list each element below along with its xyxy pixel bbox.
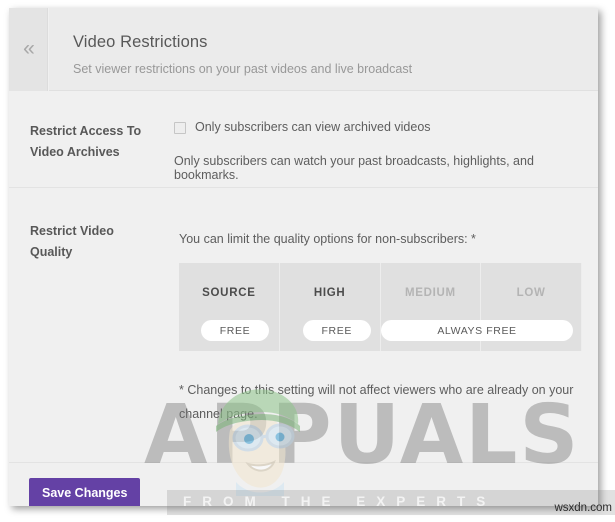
section-restrict-archives: Restrict Access To Video Archives Only s… xyxy=(9,92,598,188)
subscribers-only-checkbox[interactable] xyxy=(174,122,186,134)
quality-title-high: HIGH xyxy=(313,287,346,299)
page-title: Video Restrictions xyxy=(73,33,208,51)
quality-pill-source[interactable]: FREE xyxy=(201,320,269,341)
section-label-quality: Restrict Video Quality xyxy=(30,221,170,263)
section-label-line2: Quality xyxy=(30,245,73,259)
section-label-archives: Restrict Access To Video Archives xyxy=(30,121,170,163)
subscribers-only-checkbox-label[interactable]: Only subscribers can view archived video… xyxy=(195,120,431,134)
quality-footnote: * Changes to this setting will not affec… xyxy=(179,383,574,421)
section-label-line2: Video Archives xyxy=(30,145,120,159)
archives-help-text: Only subscribers can watch your past bro… xyxy=(174,154,534,182)
section-label-line1: Restrict Access To xyxy=(30,124,142,138)
settings-panel: « Video Restrictions Set viewer restrict… xyxy=(9,8,598,506)
panel-header: Video Restrictions Set viewer restrictio… xyxy=(49,8,598,91)
screenshot-root: « Video Restrictions Set viewer restrict… xyxy=(0,0,615,522)
section-label-line1: Restrict Video xyxy=(30,224,114,238)
quality-column-high[interactable]: HIGH FREE xyxy=(280,263,381,351)
quality-title-medium: MEDIUM xyxy=(404,287,456,299)
quality-pill-high[interactable]: FREE xyxy=(302,320,371,341)
page-subtitle: Set viewer restrictions on your past vid… xyxy=(73,62,413,76)
quality-title-low: LOW xyxy=(516,287,546,299)
double-chevron-left-icon[interactable]: « xyxy=(9,38,48,59)
quality-column-source[interactable]: SOURCE FREE xyxy=(179,263,280,351)
quality-pill-always-free[interactable]: ALWAYS FREE xyxy=(381,320,573,341)
quality-options-grid: SOURCE FREE HIGH FREE MEDIUM LOW ALWAYS … xyxy=(179,263,582,351)
save-changes-button[interactable]: Save Changes xyxy=(29,478,141,506)
quality-title-source: SOURCE xyxy=(202,287,256,299)
subscribers-only-checkbox-row[interactable]: Only subscribers can view archived video… xyxy=(174,120,431,134)
sidebar-collapse-rail[interactable]: « xyxy=(9,8,48,91)
quality-intro-text: You can limit the quality options for no… xyxy=(179,232,476,246)
section-restrict-quality: Restrict Video Quality You can limit the… xyxy=(9,188,598,463)
panel-footer: Save Changes xyxy=(9,464,598,506)
